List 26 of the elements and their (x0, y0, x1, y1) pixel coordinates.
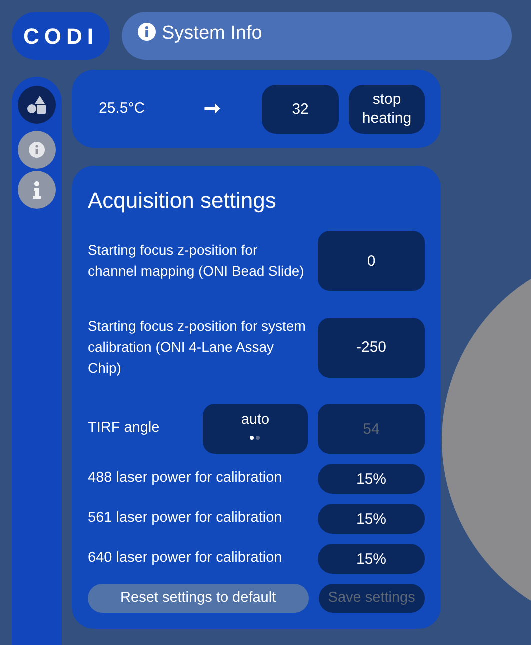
target-temperature-field[interactable]: 32 (262, 84, 340, 134)
setting-label: 488 laser power for calibration (88, 469, 284, 488)
reset-button[interactable]: Reset settings to default (88, 584, 309, 613)
setting-label: TIRF angle (88, 419, 161, 438)
sidebar-button[interactable] (18, 171, 56, 209)
setting-field[interactable]: 15% (318, 504, 425, 534)
shapes-icon (27, 95, 47, 115)
sidebar-button[interactable] (18, 131, 56, 169)
setting-label: 640 laser power for calibration (88, 549, 284, 568)
setting-field[interactable]: 0 (318, 231, 425, 291)
info-icon (29, 142, 45, 158)
setting-label: Starting focus z-position for system calibration (ONI 4-Lane Assay Chip) (88, 317, 307, 378)
info-icon (32, 181, 42, 199)
header-title: System Info (162, 22, 262, 46)
current-temperature: 25.5°C (98, 98, 146, 119)
setting-field[interactable]: -250 (318, 318, 425, 378)
setting-field[interactable]: 15% (318, 544, 425, 574)
logo: CODI (12, 12, 110, 60)
panel-title: Acquisition settings (88, 187, 278, 215)
sidebar-button[interactable] (18, 86, 56, 124)
setting-label: 561 laser power for calibration (88, 509, 284, 528)
stop-heating-button[interactable]: stop heating (349, 84, 425, 134)
setting-field[interactable]: 15% (318, 464, 425, 494)
setting-label: Starting focus z-position for channel mapping (ONI Bead Slide) (88, 241, 306, 281)
info-icon (138, 23, 156, 41)
arrow-icon: ➞ (186, 94, 262, 124)
